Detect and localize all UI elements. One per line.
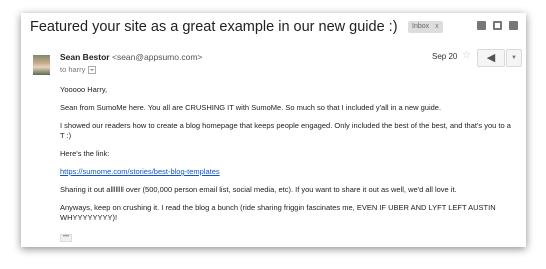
reply-icon: ◀ bbox=[486, 52, 496, 64]
more-options-button[interactable]: ▼ bbox=[506, 49, 522, 67]
body-paragraph: I showed our readers how to create a blo… bbox=[60, 121, 511, 140]
body-paragraph: Here's the link: bbox=[60, 149, 110, 158]
new-window-icon[interactable] bbox=[509, 21, 518, 30]
sender-name[interactable]: Sean Bestor bbox=[60, 52, 110, 62]
show-details-icon[interactable] bbox=[88, 66, 97, 75]
body-greeting: Yooooo Harry, bbox=[60, 85, 108, 94]
remove-label-icon[interactable]: x bbox=[435, 23, 439, 30]
body-paragraph: Sharing it out allllllll over (500,000 p… bbox=[60, 185, 457, 194]
chevron-down-icon: ▼ bbox=[511, 55, 517, 61]
inbox-label-text: Inbox bbox=[412, 23, 430, 31]
body-paragraph: Anyways, keep on crushing it. I read the… bbox=[60, 203, 496, 222]
message-body: Yooooo Harry, Sean from SumoMe here. You… bbox=[60, 85, 515, 242]
reply-button[interactable]: ◀ bbox=[477, 49, 505, 67]
recipients-row: to harry bbox=[60, 65, 97, 75]
download-icon[interactable] bbox=[477, 21, 486, 30]
sender-row: Sean Bestor <sean@appsumo.com> bbox=[60, 52, 202, 62]
email-card: Featured your site as a great example in… bbox=[21, 13, 526, 247]
sender-email: <sean@appsumo.com> bbox=[111, 52, 203, 62]
guide-link[interactable]: https://sumome.com/stories/best-blog-tem… bbox=[60, 167, 220, 176]
star-icon[interactable]: ☆ bbox=[462, 50, 471, 61]
avatar[interactable] bbox=[33, 55, 50, 75]
print-icon[interactable] bbox=[493, 21, 502, 30]
message-date: Sep 20 bbox=[432, 52, 458, 61]
show-trimmed-content-button[interactable]: ••• bbox=[60, 234, 72, 242]
message-toolbar bbox=[477, 21, 518, 30]
body-paragraph: Sean from SumoMe here. You all are CRUSH… bbox=[60, 103, 442, 112]
recipients-text: to harry bbox=[60, 65, 86, 74]
email-subject: Featured your site as a great example in… bbox=[30, 18, 398, 35]
inbox-label[interactable]: Inbox x bbox=[408, 20, 443, 33]
subject-row: Featured your site as a great example in… bbox=[30, 18, 518, 42]
